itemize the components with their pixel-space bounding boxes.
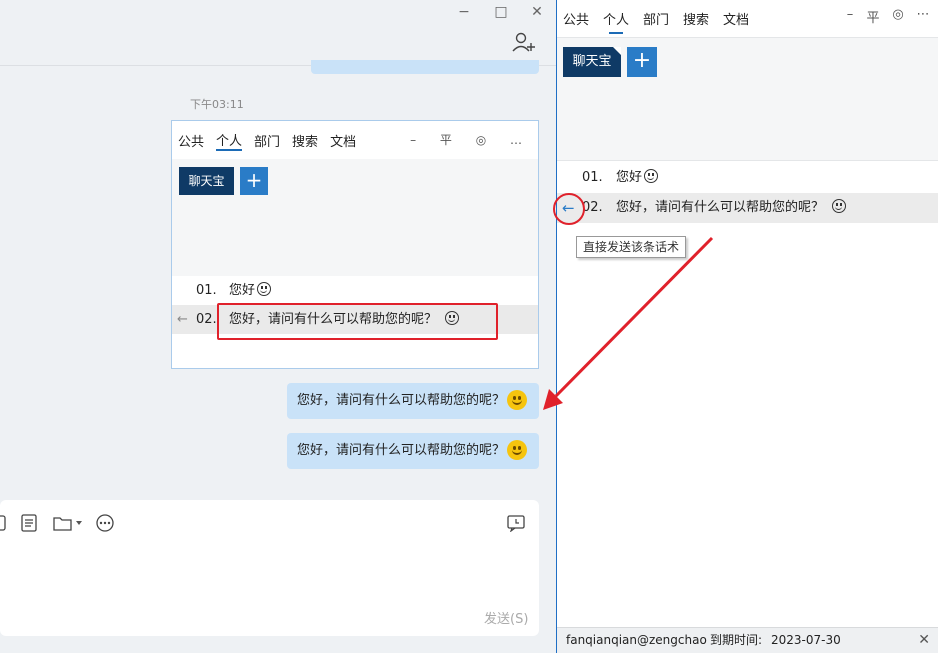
folder-icon[interactable]: [53, 514, 73, 532]
tab-personal[interactable]: 个人: [603, 9, 629, 34]
chevron-down-icon[interactable]: [76, 520, 82, 526]
minimize-icon[interactable]: –: [841, 7, 859, 22]
embedded-category-area: 聊天宝 +: [172, 159, 538, 276]
add-category-button[interactable]: +: [627, 47, 657, 77]
close-button[interactable]: ✕: [525, 3, 549, 21]
annotation-circle: [553, 193, 585, 225]
expiry-date: 2023-07-30: [771, 633, 841, 647]
reply-number: 01.: [582, 170, 603, 185]
embedded-tab-bar: 公共 个人 部门 搜索 文档 – 平 ◎ …: [172, 121, 538, 159]
reply-list-item[interactable]: 01. 您好: [557, 163, 938, 193]
pin-icon[interactable]: 平: [864, 7, 882, 26]
previous-message-bubble: [311, 60, 539, 74]
message-text: 您好，请问有什么可以帮助您的呢？: [297, 443, 506, 458]
smiley-icon: [832, 199, 847, 213]
embedded-add-button: +: [240, 167, 268, 195]
more-icon[interactable]: ⋯: [914, 7, 932, 22]
tab-public[interactable]: 公共: [563, 9, 589, 28]
tab-documents[interactable]: 文档: [723, 9, 749, 28]
smiley-emoji-icon: [507, 390, 527, 410]
add-member-icon[interactable]: [512, 31, 536, 53]
account-name: fanqianqian@zengchao: [566, 633, 707, 647]
message-timestamp: 下午03:11: [190, 98, 244, 111]
embedded-tab: 部门: [254, 134, 281, 150]
message-composer[interactable]: 发送(S): [0, 500, 539, 636]
embedded-tab: 搜索: [292, 134, 319, 150]
settings-icon[interactable]: ◎: [889, 7, 907, 22]
expiry-label: 到期时间:: [710, 633, 763, 647]
smiley-icon: [644, 169, 659, 183]
reply-text: 您好: [616, 163, 659, 193]
send-arrow-icon: ←: [177, 312, 188, 327]
document-icon[interactable]: [20, 514, 38, 532]
reply-list-item-selected[interactable]: ← 02. 您好，请问有什么可以帮助您的呢？: [557, 193, 938, 223]
embedded-item-number: 01.: [196, 283, 217, 298]
smiley-emoji-icon: [507, 440, 527, 460]
maximize-button[interactable]: □: [489, 3, 513, 21]
send-tooltip: 直接发送该条话术: [576, 236, 687, 258]
annotation-highlight-box: [217, 303, 498, 340]
embedded-tab: 文档: [330, 134, 357, 150]
embedded-list-item: 01. 您好: [172, 276, 538, 305]
tab-department[interactable]: 部门: [643, 9, 669, 28]
message-bubble[interactable]: 您好，请问有什么可以帮助您的呢？: [287, 433, 539, 469]
screenshot-icon[interactable]: [0, 514, 8, 532]
more-icon[interactable]: [96, 514, 114, 532]
category-button[interactable]: 聊天宝: [563, 47, 621, 77]
message-text: 您好，请问有什么可以帮助您的呢？: [297, 393, 506, 408]
embedded-item-text: 您好: [229, 276, 272, 305]
message-bubble[interactable]: 您好，请问有什么可以帮助您的呢？: [287, 383, 539, 419]
quick-reply-tab-bar: 公共 个人 部门 搜索 文档 – 平 ◎ ⋯: [557, 0, 938, 38]
embedded-item-number: 02.: [196, 312, 217, 327]
quick-reply-window: 公共 个人 部门 搜索 文档 – 平 ◎ ⋯ 聊天宝 + 01. 您好 ← 02…: [553, 0, 938, 653]
embedded-tab-active: 个人: [216, 130, 243, 151]
category-area: 聊天宝 +: [557, 38, 938, 161]
smiley-icon: [257, 282, 272, 296]
embedded-category-button: 聊天宝: [179, 167, 234, 195]
chat-window: − □ ✕ 下午03:11 公共 个人 部门 搜索 文档 – 平 ◎ … 聊天宝…: [0, 0, 556, 653]
reply-number: 02.: [582, 200, 603, 215]
reply-text: 您好，请问有什么可以帮助您的呢？: [616, 193, 847, 223]
history-icon[interactable]: [507, 514, 525, 532]
embedded-toolbar-icons: – 平 ◎ …: [410, 133, 532, 147]
close-icon[interactable]: ✕: [918, 628, 930, 652]
embedded-tab: 公共: [178, 134, 205, 150]
tab-search[interactable]: 搜索: [683, 9, 709, 28]
send-button[interactable]: 发送(S): [484, 608, 528, 627]
status-bar: fanqianqian@zengchao 到期时间: 2023-07-30 ✕: [557, 627, 938, 653]
minimize-button[interactable]: −: [452, 3, 476, 21]
